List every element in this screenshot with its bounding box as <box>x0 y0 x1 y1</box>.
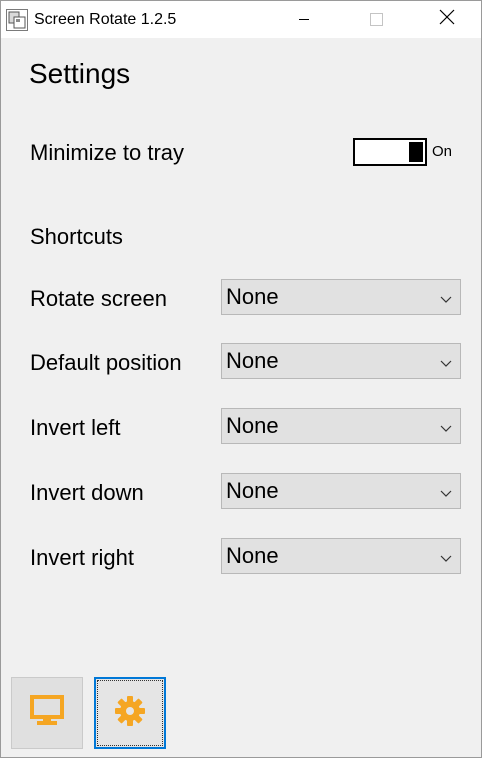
chevron-down-icon <box>440 421 452 432</box>
close-icon <box>439 9 455 30</box>
close-button[interactable] <box>424 1 470 38</box>
default-position-label: Default position <box>30 350 182 375</box>
minimize-icon <box>299 19 309 20</box>
toggle-state-label: On <box>432 143 453 160</box>
minimize-to-tray-label: Minimize to tray <box>30 140 185 165</box>
select-value: None <box>226 478 279 503</box>
select-value: None <box>226 284 279 309</box>
page-title: Settings <box>29 58 131 89</box>
settings-view-button[interactable] <box>94 677 166 749</box>
gear-icon <box>114 695 146 732</box>
invert-down-label: Invert down <box>30 480 144 505</box>
minimize-to-tray-toggle[interactable] <box>353 138 427 166</box>
rotate-screen-label: Rotate screen <box>30 286 167 311</box>
chevron-down-icon <box>440 292 452 303</box>
shortcuts-heading: Shortcuts <box>30 224 123 249</box>
screen-view-button[interactable] <box>11 677 83 749</box>
invert-left-label: Invert left <box>30 415 121 440</box>
rotate-screen-select[interactable]: None <box>221 279 461 315</box>
invert-right-select[interactable]: None <box>221 538 461 574</box>
select-value: None <box>226 543 279 568</box>
chevron-down-icon <box>440 356 452 367</box>
minimize-button[interactable] <box>281 1 327 38</box>
default-position-select[interactable]: None <box>221 343 461 379</box>
app-icon <box>6 9 28 31</box>
maximize-button[interactable] <box>353 1 399 38</box>
maximize-icon <box>369 13 383 26</box>
monitor-icon <box>30 694 64 732</box>
title-bar[interactable]: Screen Rotate 1.2.5 <box>1 1 481 38</box>
settings-panel: Settings Minimize to tray On Shortcuts R… <box>1 38 481 757</box>
window-title: Screen Rotate 1.2.5 <box>34 11 177 28</box>
app-window: Screen Rotate 1.2.5 Settings Minimize to… <box>0 0 482 758</box>
invert-right-label: Invert right <box>30 545 134 570</box>
toggle-knob <box>409 142 423 162</box>
select-value: None <box>226 348 279 373</box>
invert-down-select[interactable]: None <box>221 473 461 509</box>
invert-left-select[interactable]: None <box>221 408 461 444</box>
select-value: None <box>226 413 279 438</box>
chevron-down-icon <box>440 551 452 562</box>
chevron-down-icon <box>440 486 452 497</box>
